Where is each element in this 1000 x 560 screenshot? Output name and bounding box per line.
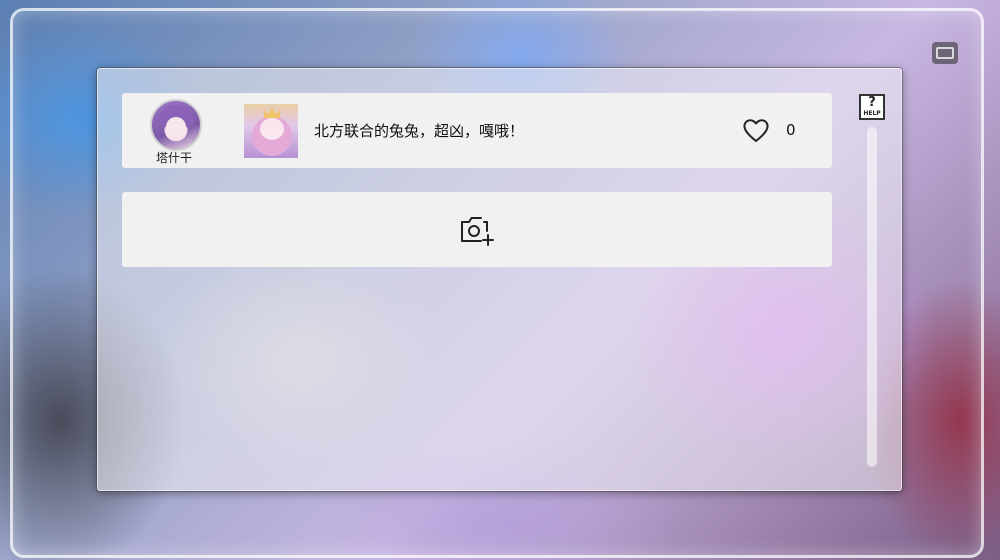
post-image-thumbnail[interactable] bbox=[244, 104, 298, 158]
window-icon bbox=[936, 47, 954, 59]
help-button[interactable]: ? HELP bbox=[859, 94, 885, 120]
comment-message: 北方联合的兔兔，超凶，嘎哦！ bbox=[314, 122, 525, 140]
thumbnail-crown bbox=[264, 108, 280, 118]
comments-panel: 塔什干 北方联合的兔兔，超凶，嘎哦！ 0 ? HELP bbox=[97, 68, 902, 491]
help-label: HELP bbox=[863, 110, 881, 117]
heart-outline-icon[interactable] bbox=[742, 117, 770, 143]
help-question-icon: ? bbox=[868, 95, 876, 110]
like-count: 0 bbox=[786, 121, 796, 139]
camera-add-icon bbox=[461, 216, 494, 246]
game-screen: 塔什干 北方联合的兔兔，超凶，嘎哦！ 0 ? HELP bbox=[0, 0, 1000, 560]
thumbnail-face bbox=[260, 118, 284, 140]
window-toggle-button[interactable] bbox=[932, 42, 958, 64]
avatar-face bbox=[166, 117, 186, 137]
scrollbar[interactable] bbox=[867, 127, 877, 467]
comment-username: 塔什干 bbox=[155, 151, 192, 165]
comment-row: 塔什干 北方联合的兔兔，超凶，嘎哦！ 0 bbox=[122, 93, 832, 168]
user-avatar[interactable] bbox=[150, 99, 202, 151]
add-photo-button[interactable] bbox=[122, 192, 832, 267]
